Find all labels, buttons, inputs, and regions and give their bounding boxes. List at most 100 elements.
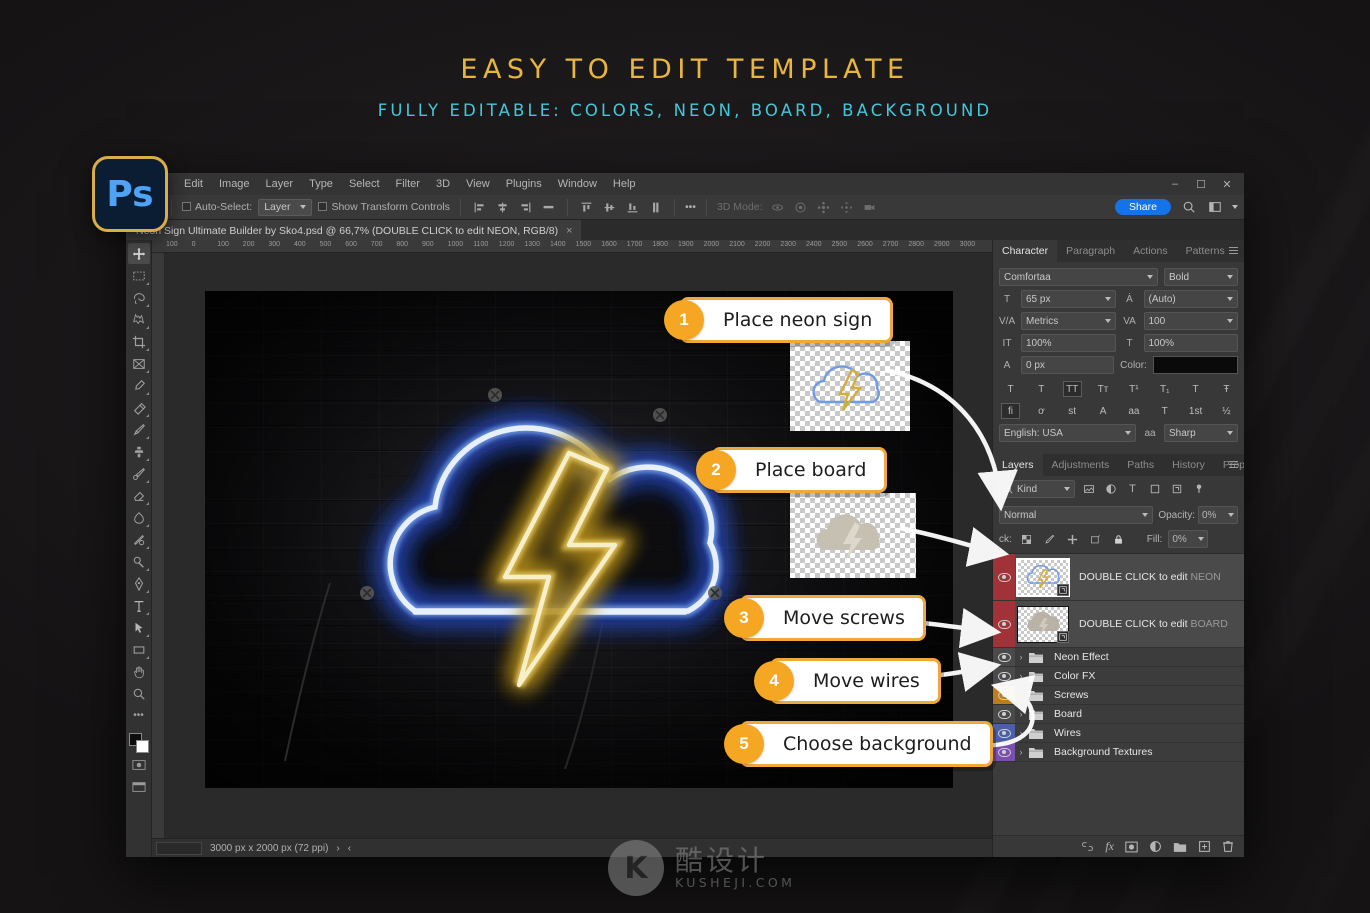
spot-healing-brush-tool[interactable] bbox=[128, 397, 150, 418]
status-prev-icon[interactable]: ‹ bbox=[348, 843, 351, 854]
titling-alternates-icon[interactable]: T bbox=[1155, 403, 1174, 419]
menu-item-plugins[interactable]: Plugins bbox=[498, 173, 550, 195]
align-top-icon[interactable] bbox=[578, 199, 595, 216]
new-group-icon[interactable] bbox=[1173, 841, 1187, 853]
tab-history[interactable]: History bbox=[1163, 454, 1214, 476]
layer-visibility-toggle[interactable] bbox=[993, 724, 1015, 742]
slide-3d-icon[interactable] bbox=[838, 199, 855, 216]
minimize-icon[interactable]: – bbox=[1162, 173, 1188, 195]
lock-position-icon[interactable] bbox=[1064, 531, 1081, 548]
type-tool[interactable] bbox=[128, 595, 150, 616]
link-layers-icon[interactable] bbox=[1081, 841, 1094, 852]
align-bottom-icon[interactable] bbox=[624, 199, 641, 216]
table-row[interactable]: › Neon Effect bbox=[993, 648, 1244, 667]
lock-artboard-icon[interactable] bbox=[1087, 531, 1104, 548]
crop-tool[interactable] bbox=[128, 331, 150, 352]
expand-chevron-icon[interactable]: › bbox=[1015, 728, 1027, 738]
vertical-scale-input[interactable]: 100% bbox=[1021, 334, 1116, 352]
roll-3d-icon[interactable] bbox=[792, 199, 809, 216]
lock-transparency-icon[interactable] bbox=[1018, 531, 1035, 548]
menu-item-filter[interactable]: Filter bbox=[388, 173, 428, 195]
pixel-filter-icon[interactable] bbox=[1080, 481, 1097, 498]
eraser-tool[interactable] bbox=[128, 485, 150, 506]
font-size-input[interactable]: 65 px bbox=[1021, 290, 1116, 308]
tab-paths[interactable]: Paths bbox=[1118, 454, 1163, 476]
superscript-icon[interactable]: T¹ bbox=[1124, 381, 1143, 397]
discretionary-ligatures-icon[interactable]: st bbox=[1063, 403, 1082, 419]
tab-paragraph[interactable]: Paragraph bbox=[1057, 240, 1124, 262]
new-layer-icon[interactable] bbox=[1198, 840, 1211, 853]
zoom-level-input[interactable] bbox=[156, 841, 202, 855]
neon-cloud-bolt-artwork[interactable] bbox=[355, 381, 785, 721]
panel-menu-icon[interactable] bbox=[1229, 461, 1238, 469]
underline-icon[interactable]: T bbox=[1186, 381, 1205, 397]
fractions-icon[interactable]: ½ bbox=[1217, 403, 1236, 419]
font-family-select[interactable]: Comfortaa bbox=[999, 268, 1158, 286]
menu-item-window[interactable]: Window bbox=[550, 173, 605, 195]
share-button[interactable]: Share bbox=[1114, 199, 1171, 215]
hand-tool[interactable] bbox=[128, 661, 150, 682]
align-center-vertical-icon[interactable] bbox=[601, 199, 618, 216]
tab-actions[interactable]: Actions bbox=[1124, 240, 1176, 262]
layer-name-color-fx[interactable]: Color FX bbox=[1054, 670, 1095, 682]
more-tools-button[interactable]: ••• bbox=[128, 705, 150, 726]
menu-item-select[interactable]: Select bbox=[341, 173, 388, 195]
orbit-3d-icon[interactable] bbox=[769, 199, 786, 216]
all-caps-icon[interactable]: TT bbox=[1062, 381, 1082, 397]
layer-thumbnail-neon[interactable] bbox=[1016, 557, 1070, 597]
strikethrough-icon[interactable]: Ŧ bbox=[1217, 381, 1236, 397]
distribute-vertical-icon[interactable] bbox=[647, 199, 664, 216]
blur-tool[interactable] bbox=[128, 529, 150, 550]
smart-object-filter-icon[interactable] bbox=[1168, 481, 1185, 498]
zoom-tool[interactable] bbox=[128, 683, 150, 704]
layer-visibility-toggle[interactable] bbox=[993, 648, 1015, 666]
align-left-icon[interactable] bbox=[471, 199, 488, 216]
layer-visibility-toggle[interactable] bbox=[993, 743, 1015, 761]
ordinals-icon[interactable]: 1st bbox=[1186, 403, 1205, 419]
search-icon[interactable] bbox=[1180, 199, 1197, 216]
status-next-icon[interactable]: › bbox=[336, 843, 339, 854]
layer-visibility-toggle[interactable] bbox=[993, 705, 1015, 723]
layer-list[interactable]: DOUBLE CLICK to edit NEON DOUBLE CLICK t… bbox=[993, 553, 1244, 835]
tab-close-icon[interactable]: × bbox=[566, 225, 572, 237]
delete-layer-icon[interactable] bbox=[1222, 840, 1234, 853]
tab-patterns[interactable]: Patterns bbox=[1177, 240, 1234, 262]
path-selection-tool[interactable] bbox=[128, 617, 150, 638]
opacity-input[interactable]: 0% bbox=[1198, 506, 1238, 524]
auto-select-checkbox-wrap[interactable]: Auto-Select: bbox=[182, 201, 252, 213]
stylistic-alternates-icon[interactable]: aa bbox=[1124, 403, 1143, 419]
menu-item-type[interactable]: Type bbox=[301, 173, 341, 195]
tracking-input[interactable]: 100 bbox=[1143, 312, 1238, 330]
subscript-icon[interactable]: T₁ bbox=[1155, 381, 1174, 397]
font-style-select[interactable]: Bold bbox=[1164, 268, 1238, 286]
layer-visibility-toggle[interactable] bbox=[993, 686, 1015, 704]
expand-chevron-icon[interactable]: › bbox=[1015, 652, 1027, 662]
layer-visibility-toggle[interactable] bbox=[993, 601, 1015, 647]
document-tab[interactable]: Neon Sign Ultimate Builder by Sko4.psd @… bbox=[126, 220, 581, 240]
tab-character[interactable]: Character bbox=[993, 240, 1058, 262]
auto-select-checkbox[interactable] bbox=[182, 202, 191, 211]
distribute-horizontal-icon[interactable] bbox=[540, 199, 557, 216]
align-center-horizontal-icon[interactable] bbox=[494, 199, 511, 216]
contextual-alternates-icon[interactable]: ơ bbox=[1032, 403, 1051, 419]
horizontal-scale-input[interactable]: 100% bbox=[1143, 334, 1238, 352]
faux-italic-icon[interactable]: T bbox=[1032, 381, 1051, 397]
table-row[interactable]: DOUBLE CLICK to edit NEON bbox=[993, 554, 1244, 601]
pen-tool[interactable] bbox=[128, 573, 150, 594]
frame-tool[interactable] bbox=[128, 353, 150, 374]
layer-name-neon[interactable]: DOUBLE CLICK to edit NEON bbox=[1079, 571, 1221, 583]
eyedropper-tool[interactable] bbox=[128, 375, 150, 396]
auto-select-scope-select[interactable]: Layer bbox=[258, 198, 313, 216]
layer-mask-icon[interactable] bbox=[1125, 841, 1138, 853]
adjustment-layer-icon[interactable] bbox=[1149, 840, 1162, 853]
menu-item-edit[interactable]: Edit bbox=[176, 173, 211, 195]
menu-item-3d[interactable]: 3D bbox=[428, 173, 458, 195]
layer-filter-kind-select[interactable]: Kind bbox=[999, 480, 1075, 498]
kerning-input[interactable]: Metrics bbox=[1021, 312, 1116, 330]
workspace-icon[interactable] bbox=[1206, 199, 1223, 216]
more-options-button[interactable]: ••• bbox=[685, 201, 696, 213]
layer-name-wires[interactable]: Wires bbox=[1054, 727, 1081, 739]
gradient-tool[interactable] bbox=[128, 507, 150, 528]
show-transform-checkbox-wrap[interactable]: Show Transform Controls bbox=[318, 201, 450, 213]
layer-name-board-group[interactable]: Board bbox=[1054, 708, 1082, 720]
